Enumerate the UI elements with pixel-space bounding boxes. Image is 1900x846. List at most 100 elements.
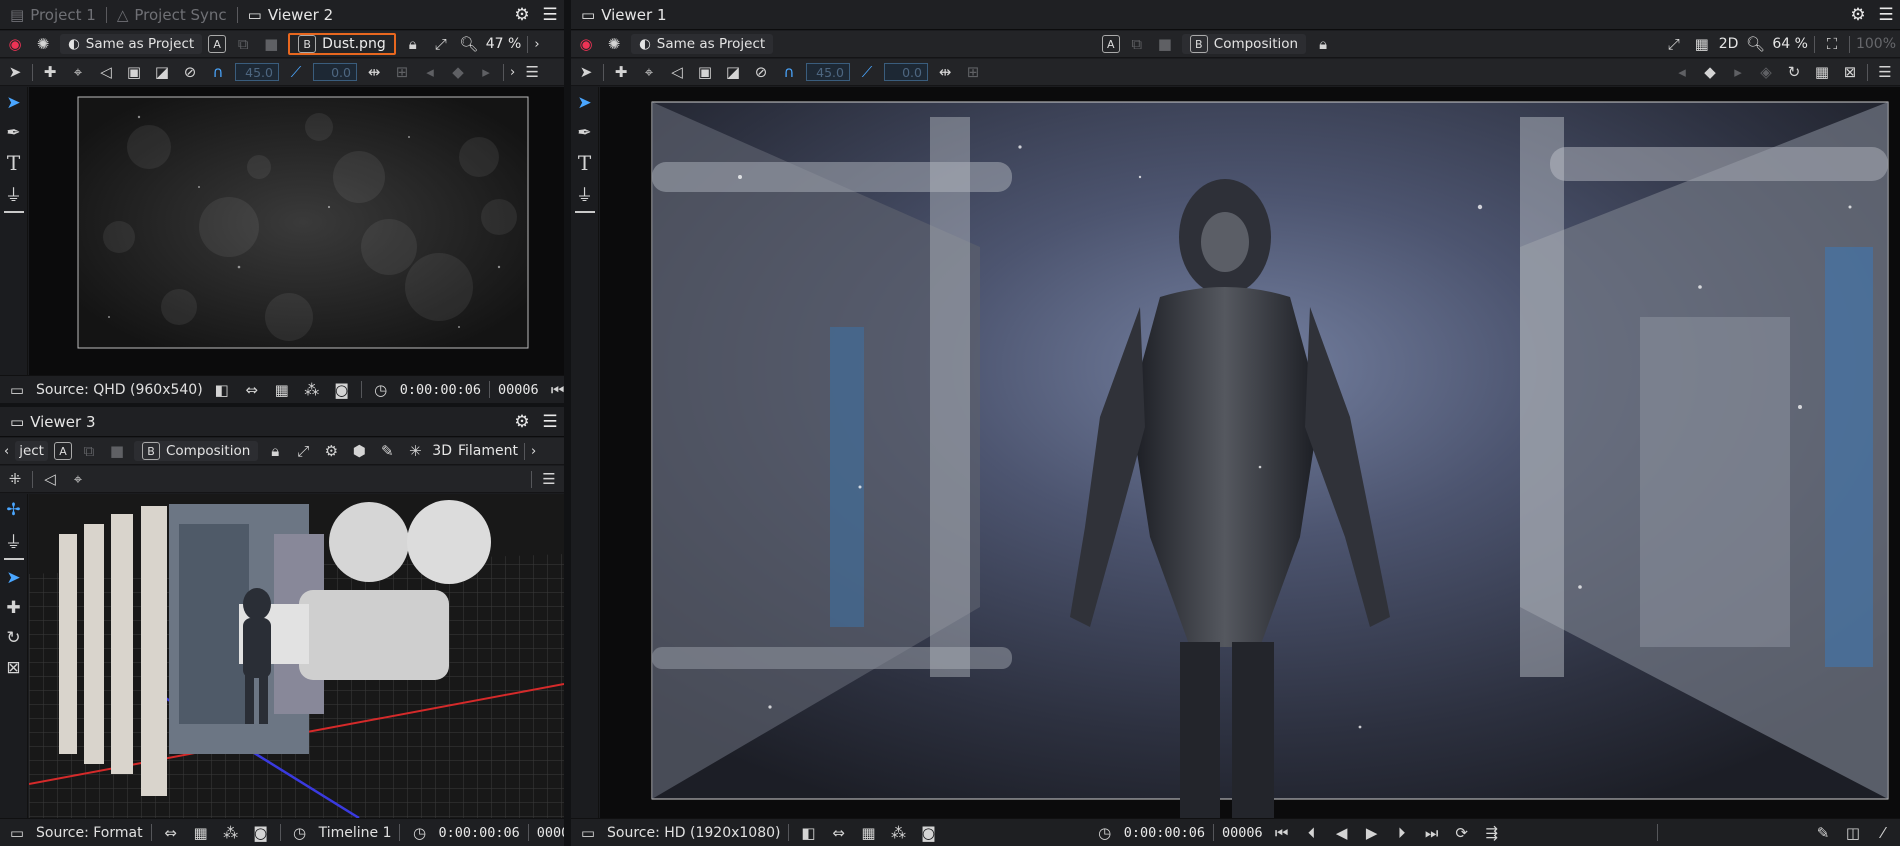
- tab-project-1[interactable]: ▤ Project 1: [0, 0, 106, 29]
- aperture-icon[interactable]: ✺: [603, 33, 625, 55]
- timecode[interactable]: 0:00:00:06: [1124, 825, 1205, 841]
- stamp-icon[interactable]: ⏚: [573, 181, 597, 206]
- layer-b-selector[interactable]: B Composition: [1181, 34, 1307, 54]
- keyframe-icon[interactable]: ◆: [447, 61, 469, 83]
- text-tool-icon[interactable]: T: [2, 151, 26, 175]
- fit-width-icon[interactable]: ⇔: [241, 379, 263, 401]
- tab-project-sync[interactable]: △ Project Sync: [107, 0, 237, 29]
- play-reverse-icon[interactable]: ◀: [1331, 822, 1353, 844]
- go-to-start-icon[interactable]: ⏮: [1271, 822, 1293, 844]
- scale-icon[interactable]: ◪: [722, 61, 744, 83]
- pick-color-icon[interactable]: ✎: [1812, 822, 1834, 844]
- wand-icon[interactable]: ⁂: [887, 822, 909, 844]
- viewer-3-3d-canvas[interactable]: [29, 494, 564, 818]
- mode-2d-label[interactable]: 2D: [1719, 36, 1739, 52]
- grid-snap-icon[interactable]: ⊞: [391, 61, 413, 83]
- wand-icon[interactable]: ⁂: [220, 822, 242, 844]
- stamp-icon[interactable]: ⏚: [2, 181, 26, 206]
- more-chevron-icon[interactable]: ›: [510, 65, 515, 80]
- source-label[interactable]: Source: HD (1920x1080): [607, 825, 780, 841]
- offset-icon[interactable]: ⟋: [856, 61, 878, 83]
- orbit-icon[interactable]: ✢: [2, 498, 26, 522]
- prev-key-icon[interactable]: ◂: [1671, 61, 1693, 83]
- axis-gizmo-icon[interactable]: ⁜: [4, 468, 26, 490]
- select-arrow-icon[interactable]: ➤: [2, 91, 26, 115]
- pointer-icon[interactable]: ➤: [4, 61, 26, 83]
- viewer-1-canvas[interactable]: [600, 87, 1900, 818]
- skew-icon[interactable]: ◁: [666, 61, 688, 83]
- zoom-magnifier-icon[interactable]: 🔍︎: [1744, 33, 1766, 55]
- layers-icon[interactable]: ☰: [538, 468, 560, 490]
- color-space-dropdown[interactable]: ◐ Same as Project: [60, 34, 203, 54]
- fullscreen-icon[interactable]: ⛶: [1821, 33, 1843, 55]
- zoom-value[interactable]: 64 %: [1772, 36, 1808, 52]
- layers-icon[interactable]: ☰: [1874, 61, 1896, 83]
- zoom-magnifier-icon[interactable]: 🔍︎: [458, 33, 480, 55]
- checker-icon[interactable]: ▦: [857, 822, 879, 844]
- next-frame-icon[interactable]: ⏵: [1391, 822, 1413, 844]
- color-wheel-icon[interactable]: ◉: [575, 33, 597, 55]
- paint-icon[interactable]: ✎: [376, 440, 398, 462]
- cube-icon[interactable]: ⬢: [348, 440, 370, 462]
- blend-icon[interactable]: ⧉: [78, 440, 100, 462]
- wand-icon[interactable]: ⁂: [301, 379, 323, 401]
- layer-a-button[interactable]: A: [53, 442, 72, 460]
- crop-icon[interactable]: ▣: [694, 61, 716, 83]
- renderer-label[interactable]: Filament: [458, 443, 518, 459]
- offset-field[interactable]: 0.0: [313, 63, 357, 81]
- select-arrow-icon[interactable]: ➤: [2, 566, 26, 590]
- magnet-icon[interactable]: ∩: [207, 61, 229, 83]
- scene-settings-icon[interactable]: ⚙: [320, 440, 342, 462]
- crop-icon[interactable]: ▣: [123, 61, 145, 83]
- guides-icon[interactable]: ⊠: [1839, 61, 1861, 83]
- aperture-icon[interactable]: ✺: [32, 33, 54, 55]
- fit-width-icon[interactable]: ⇔: [827, 822, 849, 844]
- next-key-icon[interactable]: ▸: [1727, 61, 1749, 83]
- tab-viewer-1[interactable]: ▭ Viewer 1: [571, 0, 677, 29]
- loop-icon[interactable]: ⟳: [1451, 822, 1473, 844]
- angle-field[interactable]: 45.0: [806, 63, 850, 81]
- stamp-icon[interactable]: ⏚: [2, 528, 26, 553]
- grid-icon[interactable]: ▦: [1691, 33, 1713, 55]
- layer-a-button[interactable]: A: [208, 35, 227, 53]
- angle-field[interactable]: 45.0: [235, 63, 279, 81]
- snap-icon[interactable]: ⊘: [750, 61, 772, 83]
- source-label[interactable]: Source: Format: [36, 825, 143, 841]
- frame-number[interactable]: 00006: [498, 382, 539, 398]
- text-tool-icon[interactable]: T: [573, 151, 597, 175]
- channel-icon[interactable]: ◧: [797, 822, 819, 844]
- more-chevron-icon[interactable]: ›: [534, 37, 539, 52]
- skew-icon[interactable]: ◁: [95, 61, 117, 83]
- tab-viewer-3[interactable]: ▭ Viewer 3: [0, 407, 106, 436]
- play-icon[interactable]: ▶: [1361, 822, 1383, 844]
- zoom-fit-value[interactable]: 100%: [1856, 36, 1896, 52]
- menu-hamburger-icon[interactable]: ☰: [1872, 1, 1900, 29]
- rotate-icon[interactable]: ↻: [2, 626, 26, 650]
- layers-icon[interactable]: ☰: [521, 61, 543, 83]
- grid-snap-icon[interactable]: ⊞: [962, 61, 984, 83]
- menu-hamburger-icon[interactable]: ☰: [536, 408, 564, 436]
- move-icon[interactable]: ✚: [2, 596, 26, 620]
- light-icon[interactable]: ✳: [404, 440, 426, 462]
- anchor-icon[interactable]: ⌖: [638, 61, 660, 83]
- skew-icon[interactable]: ◁: [39, 468, 61, 490]
- prev-key-icon[interactable]: ◂: [419, 61, 441, 83]
- timecode[interactable]: 0:00:00:06: [400, 382, 481, 398]
- checker-icon[interactable]: ▦: [271, 379, 293, 401]
- anchor-icon[interactable]: ⌖: [67, 468, 89, 490]
- snap-icon[interactable]: ⊘: [179, 61, 201, 83]
- pen-icon[interactable]: ✒: [573, 121, 597, 145]
- offset-icon[interactable]: ⟋: [285, 61, 307, 83]
- timeline-label[interactable]: Timeline 1: [319, 825, 392, 841]
- viewer-2-canvas[interactable]: [29, 87, 564, 375]
- color-space-dropdown[interactable]: ject: [15, 441, 48, 461]
- color-space-dropdown[interactable]: ◐ Same as Project: [631, 34, 774, 54]
- settings-gear-icon[interactable]: ⚙: [508, 1, 536, 29]
- blend-icon[interactable]: ⧉: [232, 33, 254, 55]
- checker-icon[interactable]: ▦: [190, 822, 212, 844]
- scale-icon[interactable]: ◪: [151, 61, 173, 83]
- menu-hamburger-icon[interactable]: ☰: [536, 1, 564, 29]
- scroll-left-chevron-icon[interactable]: ‹: [4, 444, 9, 459]
- next-key-icon[interactable]: ▸: [475, 61, 497, 83]
- overlay-icon[interactable]: ■: [260, 33, 282, 55]
